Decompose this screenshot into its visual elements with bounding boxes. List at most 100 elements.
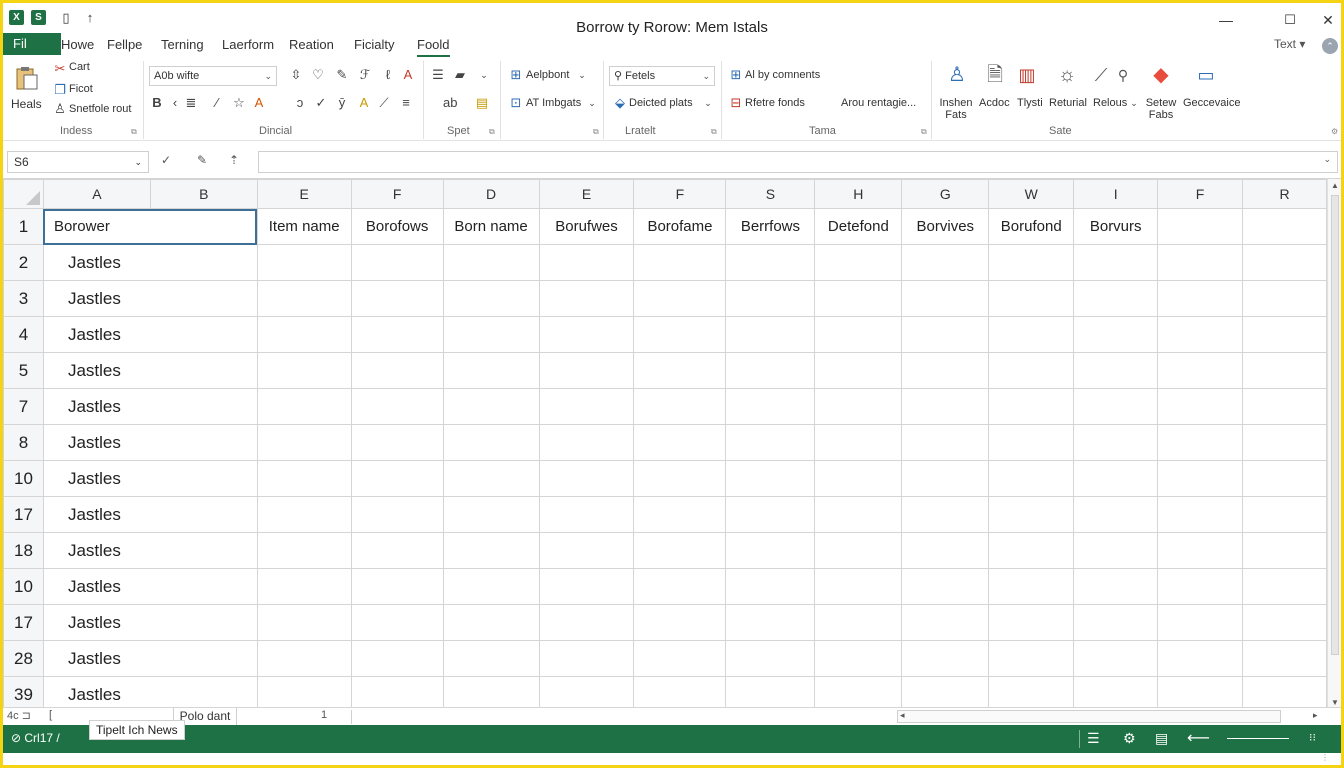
- cell[interactable]: [725, 388, 816, 425]
- cell-borrower[interactable]: Jastles: [42, 388, 258, 425]
- cell[interactable]: [1073, 496, 1159, 533]
- cell[interactable]: [633, 640, 727, 677]
- zoom-slider[interactable]: [1227, 738, 1289, 739]
- column-header[interactable]: F: [633, 179, 727, 209]
- cell[interactable]: [988, 316, 1075, 353]
- cell[interactable]: [1157, 424, 1244, 461]
- cell[interactable]: [814, 604, 903, 641]
- refine-button[interactable]: Rfetre fonds: [745, 97, 805, 109]
- cell[interactable]: [814, 280, 903, 317]
- row-header[interactable]: 1: [3, 208, 44, 245]
- cell[interactable]: [1073, 424, 1159, 461]
- row-header[interactable]: 17: [3, 496, 44, 533]
- cell[interactable]: [442, 640, 540, 677]
- cell[interactable]: [350, 604, 444, 641]
- cell[interactable]: [1073, 388, 1159, 425]
- format-painter-icon[interactable]: ♙: [53, 101, 67, 117]
- cell[interactable]: [633, 352, 727, 389]
- close-button[interactable]: ✕: [1313, 9, 1341, 31]
- row-header[interactable]: 28: [3, 640, 44, 677]
- font-color-icon[interactable]: A: [401, 67, 415, 83]
- cell[interactable]: [633, 676, 727, 709]
- cell[interactable]: [442, 280, 540, 317]
- chevron-down-icon[interactable]: ⌄: [587, 95, 597, 111]
- cell[interactable]: [988, 568, 1075, 605]
- cell-borrower[interactable]: Jastles: [42, 280, 258, 317]
- cell[interactable]: [633, 460, 727, 497]
- cell-header[interactable]: Borufond: [988, 208, 1075, 245]
- maximize-button[interactable]: ☐: [1275, 9, 1305, 31]
- cell[interactable]: [1242, 496, 1327, 533]
- row-header[interactable]: 4: [3, 316, 44, 353]
- column-header[interactable]: G: [901, 179, 990, 209]
- cell[interactable]: [725, 604, 816, 641]
- function-icon[interactable]: ⇡: [229, 153, 239, 167]
- cell[interactable]: [1073, 532, 1159, 569]
- cell[interactable]: [988, 244, 1075, 281]
- format-painter-button[interactable]: Snetfole rout: [69, 103, 131, 115]
- row-header[interactable]: 10: [3, 460, 44, 497]
- cell[interactable]: [442, 532, 540, 569]
- italic-icon[interactable]: ‹: [169, 95, 181, 111]
- comments-icon[interactable]: ⊞: [729, 67, 743, 83]
- cell[interactable]: [256, 280, 352, 317]
- cell-header[interactable]: Item name: [256, 208, 352, 245]
- cell[interactable]: [350, 676, 444, 709]
- cell[interactable]: [350, 388, 444, 425]
- cell[interactable]: [814, 676, 903, 709]
- cell[interactable]: [1157, 460, 1244, 497]
- chevron-down-icon[interactable]: ⌄: [577, 67, 587, 83]
- cell[interactable]: [1073, 460, 1159, 497]
- cell[interactable]: [1242, 604, 1327, 641]
- cell[interactable]: [538, 280, 635, 317]
- cell[interactable]: [1157, 496, 1244, 533]
- cell[interactable]: [256, 496, 352, 533]
- cell[interactable]: [1242, 676, 1327, 709]
- copy-icon[interactable]: ❐: [53, 82, 67, 98]
- image-icon[interactable]: ⊡: [509, 95, 523, 111]
- cell[interactable]: [633, 424, 727, 461]
- cell[interactable]: [901, 676, 990, 709]
- cell[interactable]: [1242, 280, 1327, 317]
- vertical-scroll-thumb[interactable]: [1331, 195, 1339, 655]
- cell[interactable]: [988, 424, 1075, 461]
- cell-borrower[interactable]: Jastles: [42, 460, 258, 497]
- chevron-down-icon[interactable]: ⌄: [703, 95, 713, 111]
- column-header[interactable]: D: [442, 179, 540, 209]
- conditional-format-icon[interactable]: ▤: [475, 95, 489, 111]
- cell[interactable]: [538, 676, 635, 709]
- cell[interactable]: [988, 460, 1075, 497]
- cell-header[interactable]: Borvives: [901, 208, 990, 245]
- cell[interactable]: [814, 424, 903, 461]
- cell-header[interactable]: Borufwes: [538, 208, 635, 245]
- cell[interactable]: [256, 640, 352, 677]
- tab-reation[interactable]: Reation: [289, 33, 334, 57]
- font-size-icon[interactable]: ℱ: [358, 67, 372, 83]
- cell[interactable]: [1073, 280, 1159, 317]
- cell[interactable]: [725, 244, 816, 281]
- cell[interactable]: [1157, 532, 1244, 569]
- cell[interactable]: [633, 388, 727, 425]
- cell[interactable]: [442, 496, 540, 533]
- insert-button[interactable]: Inshen Fats: [937, 97, 975, 121]
- copy-button[interactable]: Ficot: [69, 83, 93, 95]
- cell[interactable]: [256, 316, 352, 353]
- tab-ficialty[interactable]: Ficialty: [354, 33, 394, 57]
- cell[interactable]: [814, 568, 903, 605]
- column-header[interactable]: E: [538, 179, 635, 209]
- row-header[interactable]: 17: [3, 604, 44, 641]
- cell[interactable]: [725, 496, 816, 533]
- editing-launcher-icon[interactable]: ⧉: [921, 127, 927, 137]
- cell[interactable]: [725, 316, 816, 353]
- cell-borrower[interactable]: Jastles: [42, 604, 258, 641]
- cell[interactable]: [1242, 424, 1327, 461]
- cell[interactable]: [1073, 316, 1159, 353]
- column-header[interactable]: F: [1157, 179, 1244, 209]
- cell[interactable]: [901, 496, 990, 533]
- cell[interactable]: [988, 352, 1075, 389]
- chevron-down-icon[interactable]: ⌄: [1323, 154, 1331, 165]
- cell-borrower[interactable]: Jastles: [42, 316, 258, 353]
- sheet-nav-buttons[interactable]: 4c ⊐: [7, 709, 31, 722]
- cut-icon[interactable]: ✂: [53, 61, 67, 77]
- cell[interactable]: [256, 460, 352, 497]
